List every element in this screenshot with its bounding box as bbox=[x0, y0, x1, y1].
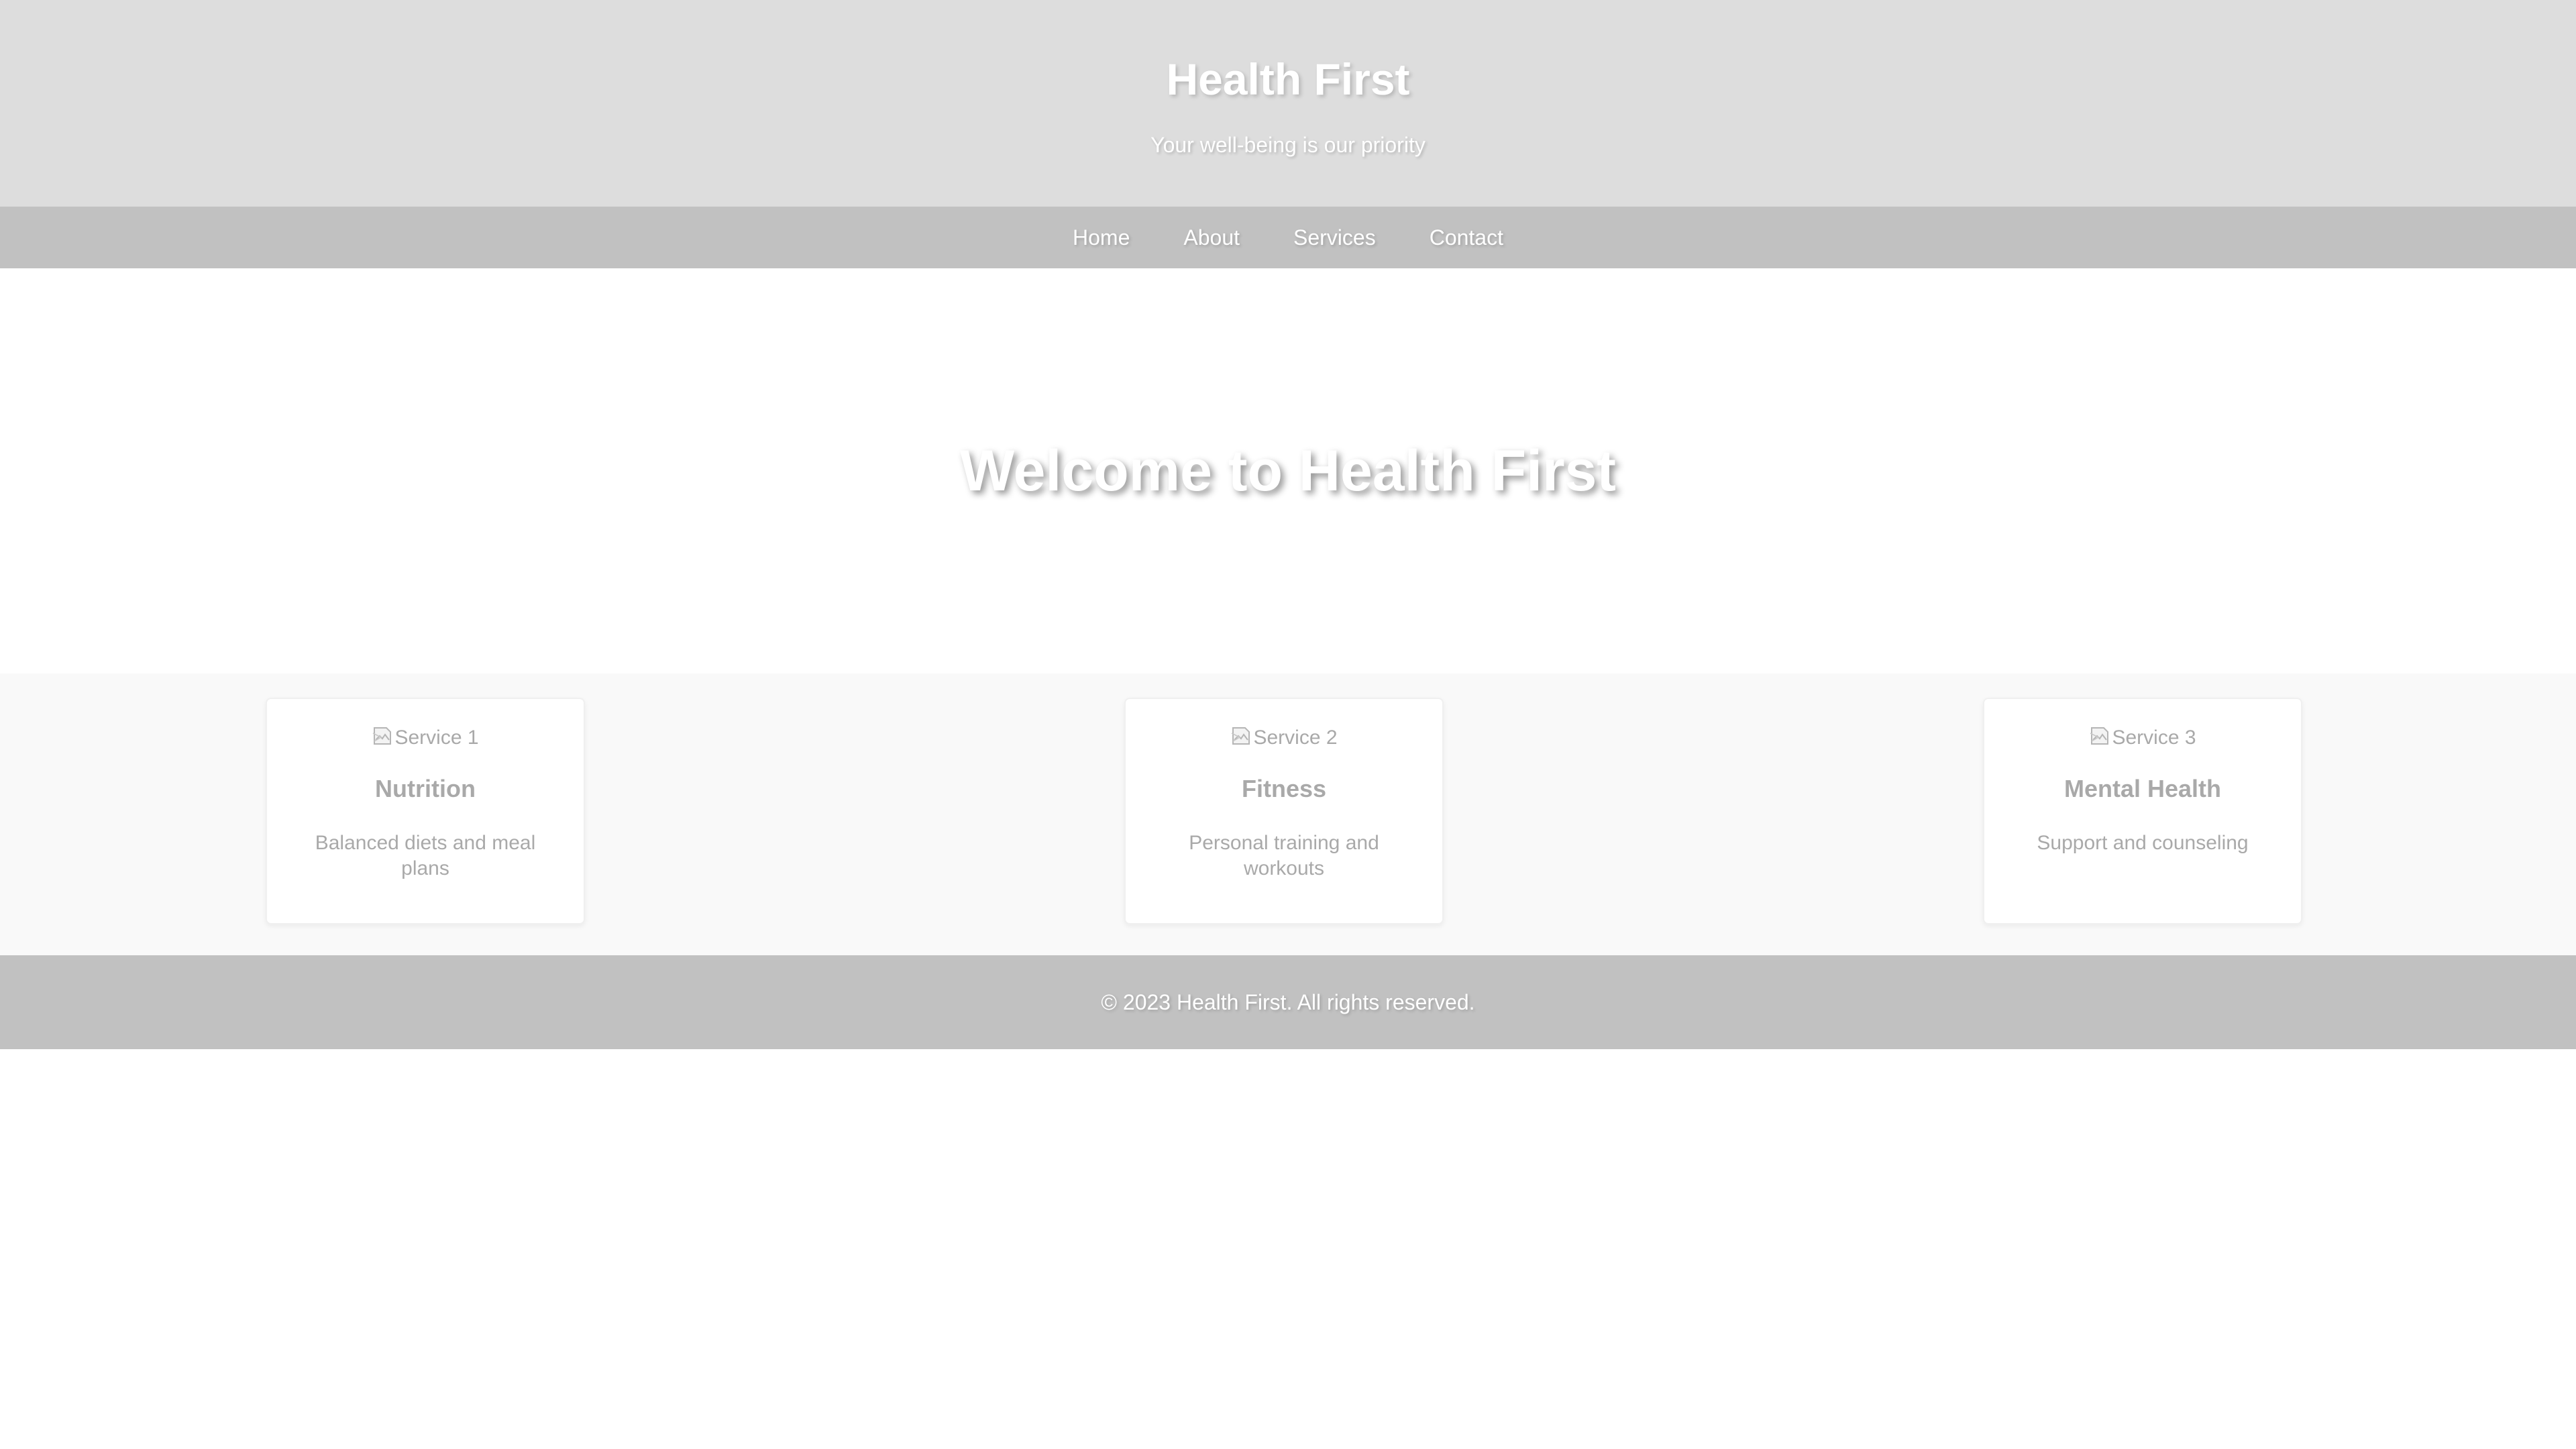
broken-image-icon bbox=[1232, 727, 1250, 745]
hero-heading: Welcome to Health First bbox=[959, 438, 1617, 503]
site-tagline: Your well-being is our priority bbox=[1150, 133, 1426, 157]
nav-link-about[interactable]: About bbox=[1183, 225, 1240, 250]
services-section: Service 1 Nutrition Balanced diets and m… bbox=[0, 674, 2576, 955]
footer-copyright: © 2023 Health First. All rights reserved… bbox=[1101, 989, 1475, 1014]
service-card-mental-health: Service 3 Mental Health Support and coun… bbox=[1983, 698, 2302, 924]
service-image: Service 1 bbox=[267, 724, 584, 751]
service-image-alt: Service 1 bbox=[394, 727, 479, 749]
service-title: Nutrition bbox=[375, 775, 476, 802]
main-nav: Home About Services Contact bbox=[0, 207, 2576, 268]
service-description: Personal training and workouts bbox=[1189, 832, 1379, 879]
service-title: Mental Health bbox=[2063, 775, 2222, 802]
broken-image-icon bbox=[373, 727, 392, 745]
page: Health First Your well-being is our prio… bbox=[0, 0, 2576, 1449]
service-description: Support and counseling bbox=[2037, 832, 2249, 854]
service-image-alt: Service 2 bbox=[1253, 727, 1338, 749]
site-header: Health First Your well-being is our prio… bbox=[0, 0, 2576, 207]
site-footer: © 2023 Health First. All rights reserved… bbox=[0, 955, 2576, 1049]
hero-section: Welcome to Health First bbox=[0, 268, 2576, 674]
site-title: Health First bbox=[1166, 54, 1410, 104]
service-title: Fitness bbox=[1241, 775, 1327, 802]
service-image-alt: Service 3 bbox=[2112, 727, 2196, 749]
service-image: Service 2 bbox=[1126, 724, 1442, 751]
service-card-nutrition: Service 1 Nutrition Balanced diets and m… bbox=[266, 698, 585, 924]
broken-image-icon bbox=[2090, 727, 2109, 745]
service-card-fitness: Service 2 Fitness Personal training and … bbox=[1124, 698, 1444, 924]
service-image: Service 3 bbox=[1984, 724, 2301, 751]
nav-link-services[interactable]: Services bbox=[1293, 225, 1376, 250]
nav-link-contact[interactable]: Contact bbox=[1430, 225, 1503, 250]
service-description: Balanced diets and meal plans bbox=[315, 832, 536, 879]
nav-link-home[interactable]: Home bbox=[1073, 225, 1130, 250]
